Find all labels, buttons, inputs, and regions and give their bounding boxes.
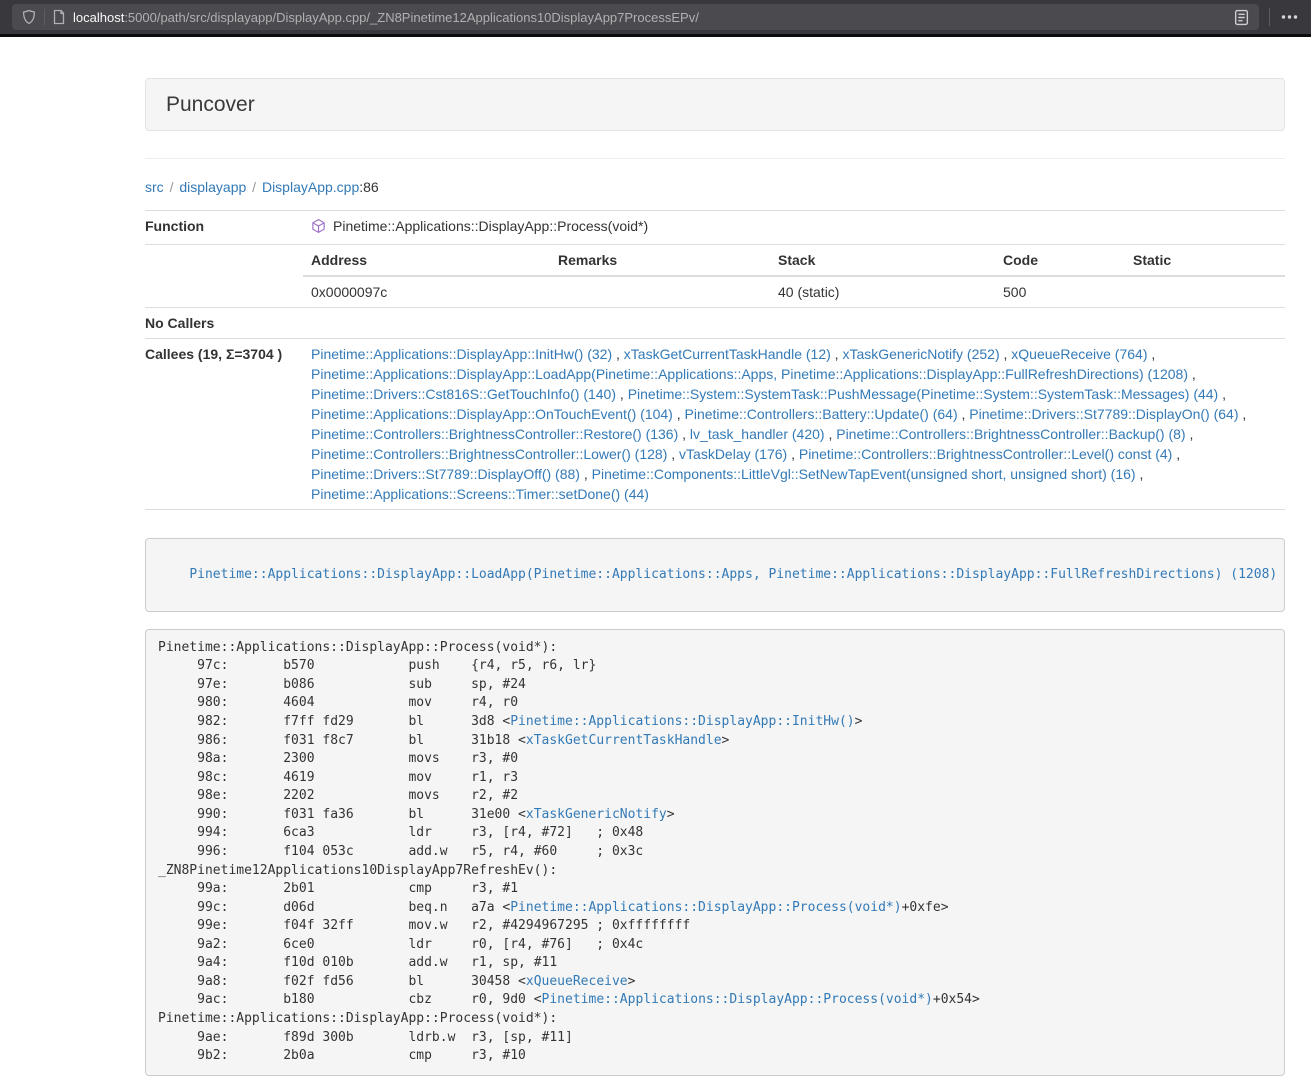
callee-link[interactable]: Pinetime::Drivers::St7789::DisplayOn() (…	[969, 406, 1238, 422]
symbol-link[interactable]: Pinetime::Applications::DisplayApp::Proc…	[542, 992, 933, 1007]
callees-row: Callees (19, Σ=3704 ) Pinetime::Applicat…	[145, 339, 1285, 510]
stats-header-row: Address Remarks Stack Code Static	[303, 245, 1285, 276]
code-line: 98c: 4619 mov r1, r3	[158, 769, 1272, 788]
callee-link[interactable]: lv_task_handler (420)	[690, 426, 825, 442]
callee-link[interactable]: Pinetime::Controllers::BrightnessControl…	[799, 446, 1172, 462]
function-name: Pinetime::Applications::DisplayApp::Proc…	[333, 216, 648, 236]
shield-icon[interactable]	[21, 9, 37, 25]
url-text: localhost:5000/path/src/displayapp/Displ…	[73, 10, 1226, 25]
breadcrumb-link-file[interactable]: DisplayApp.cpp	[262, 179, 359, 195]
callee-link[interactable]: Pinetime::Drivers::Cst816S::GetTouchInfo…	[311, 386, 616, 402]
toolbar-separator	[1269, 8, 1270, 26]
col-static: Static	[1125, 245, 1285, 276]
symbol-link[interactable]: Pinetime::Applications::DisplayApp::Init…	[510, 714, 854, 729]
function-info-table: Function Pinetime::Applications::Display…	[145, 210, 1285, 510]
symbol-link[interactable]: xTaskGenericNotify	[526, 807, 667, 822]
reader-mode-icon[interactable]	[1233, 9, 1250, 26]
callee-link[interactable]: Pinetime::Components::LittleVgl::SetNewT…	[592, 466, 1136, 482]
callees-cell: Pinetime::Applications::DisplayApp::Init…	[303, 339, 1285, 510]
value-static	[1125, 276, 1285, 307]
breadcrumb-separator: /	[250, 179, 258, 195]
page-container: Puncover src / displayapp / DisplayApp.c…	[145, 78, 1285, 1076]
callees-label: Callees (19, Σ=3704 )	[145, 339, 303, 510]
symbol-link[interactable]: Pinetime::Applications::DisplayApp::Proc…	[510, 900, 901, 915]
stats-value-row: 0x0000097c 40 (static) 500	[303, 276, 1285, 307]
callee-link[interactable]: xQueueReceive (764)	[1011, 346, 1147, 362]
code-line: 98e: 2202 movs r2, #2	[158, 787, 1272, 806]
callee-link[interactable]: Pinetime::Controllers::BrightnessControl…	[836, 426, 1185, 442]
callee-link[interactable]: xTaskGenericNotify (252)	[842, 346, 999, 362]
assembly-code: Pinetime::Applications::DisplayApp::Proc…	[145, 629, 1285, 1076]
callee-link[interactable]: Pinetime::Applications::DisplayApp::Init…	[311, 346, 612, 362]
code-line: 99c: d06d beq.n a7a <Pinetime::Applicati…	[158, 899, 1272, 918]
value-stack: 40 (static)	[770, 276, 995, 307]
code-line: 9a2: 6ce0 ldr r0, [r4, #76] ; 0x4c	[158, 936, 1272, 955]
code-line: Pinetime::Applications::DisplayApp::Proc…	[158, 1010, 1272, 1029]
callee-link[interactable]: Pinetime::Controllers::Battery::Update()…	[685, 406, 958, 422]
breadcrumb-separator: /	[168, 179, 176, 195]
code-line: 9a8: f02f fd56 bl 30458 <xQueueReceive>	[158, 973, 1272, 992]
app-header-panel: Puncover	[145, 78, 1285, 131]
value-code: 500	[995, 276, 1125, 307]
code-line: 982: f7ff fd29 bl 3d8 <Pinetime::Applica…	[158, 713, 1272, 732]
url-bar-divider	[44, 9, 45, 25]
stats-table: Address Remarks Stack Code Static 0x0000…	[303, 245, 1285, 307]
code-line: 99e: f04f 32ff mov.w r2, #4294967295 ; 0…	[158, 917, 1272, 936]
callee-link[interactable]: Pinetime::Controllers::BrightnessControl…	[311, 446, 667, 462]
callee-link[interactable]: Pinetime::Applications::DisplayApp::Load…	[311, 366, 1188, 382]
col-address: Address	[303, 245, 550, 276]
code-line: 97c: b570 push {r4, r5, r6, lr}	[158, 657, 1272, 676]
code-line: 9b2: 2b0a cmp r3, #10	[158, 1047, 1272, 1066]
browser-toolbar: localhost:5000/path/src/displayapp/Displ…	[0, 0, 1311, 37]
col-remarks: Remarks	[550, 245, 770, 276]
code-line: 986: f031 f8c7 bl 31b18 <xTaskGetCurrent…	[158, 732, 1272, 751]
callee-link[interactable]: vTaskDelay (176)	[679, 446, 787, 462]
package-icon	[311, 218, 326, 234]
symbol-link[interactable]: xTaskGetCurrentTaskHandle	[526, 733, 722, 748]
url-host: localhost	[73, 10, 124, 25]
symbol-link[interactable]: xQueueReceive	[526, 974, 628, 989]
code-line: Pinetime::Applications::DisplayApp::Proc…	[158, 639, 1272, 658]
col-stack: Stack	[770, 245, 995, 276]
callee-link[interactable]: Pinetime::Drivers::St7789::DisplayOff() …	[311, 466, 580, 482]
code-line: 990: f031 fa36 bl 31e00 <xTaskGenericNot…	[158, 806, 1272, 825]
code-line: 99a: 2b01 cmp r3, #1	[158, 880, 1272, 899]
url-path: :5000/path/src/displayapp/DisplayApp.cpp…	[124, 10, 699, 25]
callee-link[interactable]: Pinetime::Applications::DisplayApp::OnTo…	[311, 406, 673, 422]
code-line: 97e: b086 sub sp, #24	[158, 676, 1272, 695]
page-title: Puncover	[166, 93, 1264, 116]
function-row: Function Pinetime::Applications::Display…	[145, 211, 1285, 245]
code-line: 9a4: f10d 010b add.w r1, sp, #11	[158, 954, 1272, 973]
function-label: Function	[145, 211, 303, 245]
function-name-wrap: Pinetime::Applications::DisplayApp::Proc…	[311, 216, 648, 236]
callee-link[interactable]: xTaskGetCurrentTaskHandle (12)	[624, 346, 831, 362]
col-code: Code	[995, 245, 1125, 276]
breadcrumb: src / displayapp / DisplayApp.cpp:86	[145, 179, 1285, 195]
code-line: 994: 6ca3 ldr r3, [r4, #72] ; 0x48	[158, 824, 1272, 843]
code-line: 996: f104 053c add.w r5, r4, #60 ; 0x3c	[158, 843, 1272, 862]
divider	[145, 158, 1285, 159]
no-callers-label: No Callers	[145, 308, 303, 339]
code-line: 980: 4604 mov r4, r0	[158, 694, 1272, 713]
url-bar[interactable]: localhost:5000/path/src/displayapp/Displ…	[12, 4, 1259, 30]
breadcrumb-line-number: :86	[359, 179, 378, 195]
no-callers-row: No Callers	[145, 308, 1285, 339]
callee-link[interactable]: Pinetime::Applications::Screens::Timer::…	[311, 486, 649, 502]
selected-callee-link[interactable]: Pinetime::Applications::DisplayApp::Load…	[189, 567, 1277, 582]
callee-link[interactable]: Pinetime::Controllers::BrightnessControl…	[311, 426, 678, 442]
breadcrumb-link-src[interactable]: src	[145, 179, 164, 195]
selected-callee-box: Pinetime::Applications::DisplayApp::Load…	[145, 538, 1285, 612]
code-line: 98a: 2300 movs r3, #0	[158, 750, 1272, 769]
value-remarks	[550, 276, 770, 307]
stats-row: Address Remarks Stack Code Static 0x0000…	[145, 245, 1285, 308]
code-line: _ZN8Pinetime12Applications10DisplayApp7R…	[158, 862, 1272, 881]
breadcrumb-link-displayapp[interactable]: displayapp	[179, 179, 246, 195]
page-icon	[52, 9, 66, 25]
value-address: 0x0000097c	[303, 276, 550, 307]
callee-link[interactable]: Pinetime::System::SystemTask::PushMessag…	[628, 386, 1219, 402]
overflow-menu-button[interactable]	[1280, 9, 1299, 25]
code-line: 9ac: b180 cbz r0, 9d0 <Pinetime::Applica…	[158, 991, 1272, 1010]
code-line: 9ae: f89d 300b ldrb.w r3, [sp, #11]	[158, 1029, 1272, 1048]
